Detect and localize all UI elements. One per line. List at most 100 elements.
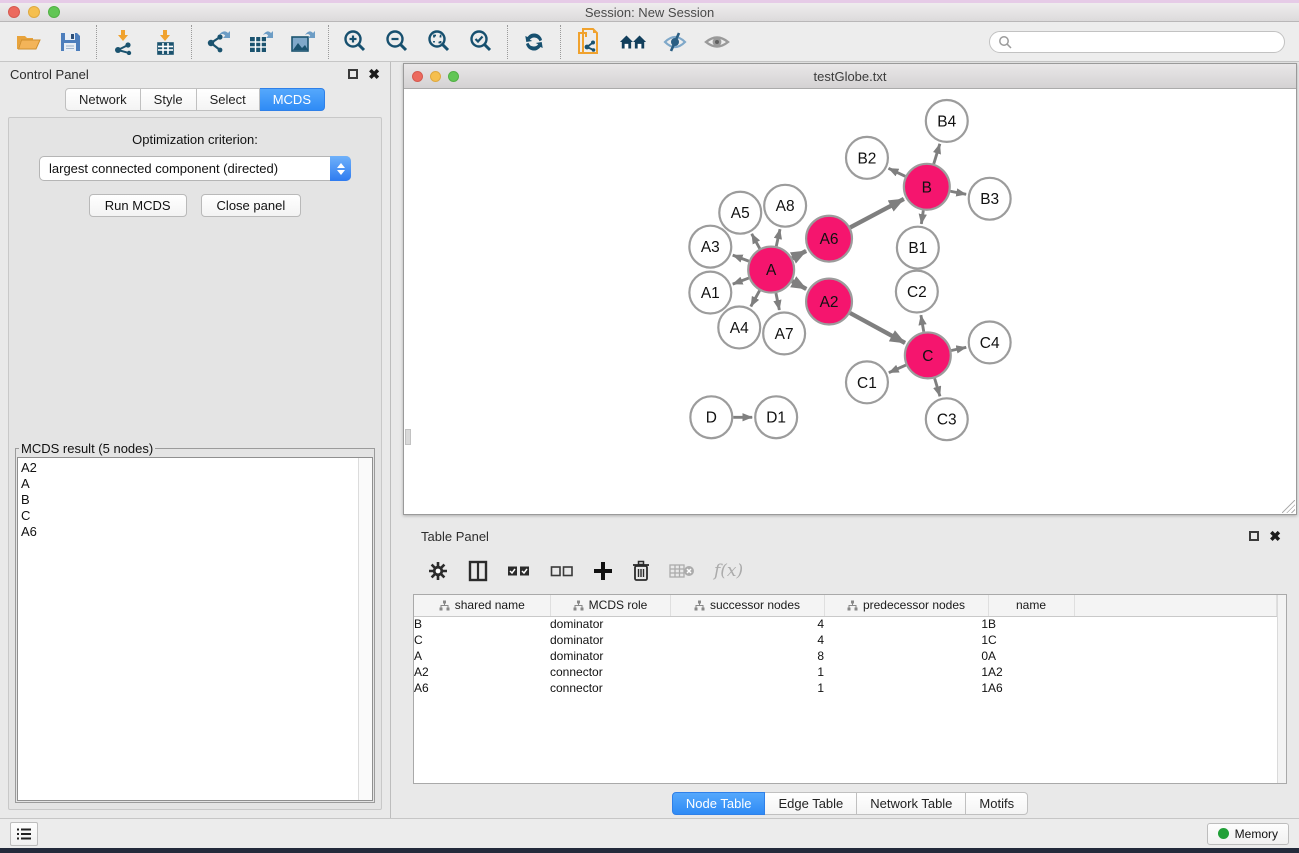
tab-node-table[interactable]: Node Table bbox=[672, 792, 766, 815]
network-window-titlebar[interactable]: testGlobe.txt bbox=[404, 64, 1296, 89]
graph-edge[interactable] bbox=[733, 278, 749, 284]
column-header-shared-name[interactable]: shared name bbox=[414, 595, 550, 616]
graph-node-B2[interactable]: B2 bbox=[846, 137, 888, 179]
close-panel-button[interactable]: Close panel bbox=[201, 194, 302, 217]
graph-node-C[interactable]: C bbox=[905, 332, 951, 378]
column-header-successor-nodes[interactable]: successor nodes bbox=[670, 595, 824, 616]
tab-mcds[interactable]: MCDS bbox=[260, 88, 325, 111]
graph-node-A5[interactable]: A5 bbox=[719, 192, 761, 234]
float-table-panel-icon[interactable] bbox=[1249, 531, 1259, 541]
graph-node-A1[interactable]: A1 bbox=[689, 272, 731, 314]
result-item[interactable]: A bbox=[21, 476, 372, 492]
zoom-window-button[interactable] bbox=[48, 6, 60, 18]
table-row[interactable]: Cdominator41C bbox=[414, 632, 1277, 648]
tab-network[interactable]: Network bbox=[65, 88, 141, 111]
table-scrollbar[interactable] bbox=[1277, 595, 1286, 783]
function-builder-button[interactable]: f(x) bbox=[714, 557, 743, 585]
tab-network-table[interactable]: Network Table bbox=[857, 792, 966, 815]
result-scrollbar[interactable] bbox=[358, 458, 372, 800]
graph-edge[interactable] bbox=[951, 347, 966, 350]
graph-node-B4[interactable]: B4 bbox=[926, 100, 968, 142]
graph-edge[interactable] bbox=[776, 229, 780, 246]
minimize-window-button[interactable] bbox=[28, 6, 40, 18]
graph-edge[interactable] bbox=[776, 293, 779, 310]
network-minimize-button[interactable] bbox=[430, 71, 441, 82]
graph-edge[interactable] bbox=[934, 144, 940, 164]
optimization-criterion-select[interactable]: largest connected component (directed) bbox=[39, 156, 351, 181]
graph-edge[interactable] bbox=[921, 315, 924, 332]
window-controls[interactable] bbox=[8, 6, 60, 18]
result-item[interactable]: C bbox=[21, 508, 372, 524]
graph-edge[interactable] bbox=[935, 378, 940, 396]
graph-node-A8[interactable]: A8 bbox=[764, 185, 806, 227]
result-item[interactable]: B bbox=[21, 492, 372, 508]
graph-edge[interactable] bbox=[889, 168, 906, 176]
network-zoom-button[interactable] bbox=[448, 71, 459, 82]
graph-node-A[interactable]: A bbox=[748, 247, 794, 293]
search-input[interactable] bbox=[1017, 35, 1276, 49]
resize-grip[interactable] bbox=[1282, 500, 1295, 513]
graph-node-B[interactable]: B bbox=[904, 164, 950, 210]
mcds-result-list[interactable]: A2ABCA6 bbox=[17, 457, 373, 801]
zoom-out-button[interactable] bbox=[383, 28, 411, 56]
select-all-button[interactable] bbox=[507, 557, 531, 585]
network-canvas[interactable]: AA1A2A3A4A5A6A7A8BB1B2B3B4CC1C2C3C4DD1 bbox=[404, 89, 1296, 514]
graph-node-B3[interactable]: B3 bbox=[969, 178, 1011, 220]
export-network-button[interactable] bbox=[204, 28, 232, 56]
graph-node-A7[interactable]: A7 bbox=[763, 312, 805, 354]
network-close-button[interactable] bbox=[412, 71, 423, 82]
import-table-button[interactable] bbox=[151, 28, 179, 56]
tab-edge-table[interactable]: Edge Table bbox=[765, 792, 857, 815]
graph-node-B1[interactable]: B1 bbox=[897, 227, 939, 269]
column-header-name[interactable]: name bbox=[988, 595, 1074, 616]
close-panel-icon[interactable]: ✖ bbox=[368, 69, 380, 79]
zoom-in-button[interactable] bbox=[341, 28, 369, 56]
graph-edge[interactable] bbox=[751, 291, 760, 307]
graph-node-A6[interactable]: A6 bbox=[806, 216, 852, 262]
graph-edge[interactable] bbox=[733, 255, 749, 261]
graph-edge[interactable] bbox=[792, 251, 806, 258]
task-history-button[interactable] bbox=[10, 822, 38, 846]
column-header-predecessor-nodes[interactable]: predecessor nodes bbox=[824, 595, 988, 616]
graph-node-C3[interactable]: C3 bbox=[926, 398, 968, 440]
import-network-button[interactable] bbox=[109, 28, 137, 56]
close-table-panel-icon[interactable]: ✖ bbox=[1269, 531, 1281, 541]
column-header-mcds-role[interactable]: MCDS role bbox=[550, 595, 670, 616]
tab-select[interactable]: Select bbox=[197, 88, 260, 111]
add-column-button[interactable] bbox=[593, 557, 613, 585]
split-columns-button[interactable] bbox=[468, 557, 488, 585]
zoom-fit-button[interactable] bbox=[425, 28, 453, 56]
graph-edge[interactable] bbox=[792, 281, 806, 289]
table-row[interactable]: A2connector11A2 bbox=[414, 664, 1277, 680]
graph-node-D[interactable]: D bbox=[690, 396, 732, 438]
memory-button[interactable]: Memory bbox=[1207, 823, 1289, 845]
tab-motifs[interactable]: Motifs bbox=[966, 792, 1028, 815]
graph-node-C4[interactable]: C4 bbox=[969, 321, 1011, 363]
export-image-button[interactable] bbox=[288, 28, 316, 56]
graph-node-A4[interactable]: A4 bbox=[718, 307, 760, 349]
clone-network-button[interactable] bbox=[573, 28, 601, 56]
open-file-button[interactable] bbox=[14, 28, 42, 56]
graph-edge[interactable] bbox=[850, 313, 905, 343]
graph-edge[interactable] bbox=[752, 234, 760, 249]
search-field[interactable] bbox=[989, 31, 1285, 53]
graph-edge[interactable] bbox=[850, 199, 904, 228]
network-window-controls[interactable] bbox=[412, 71, 459, 82]
graph-node-D1[interactable]: D1 bbox=[755, 396, 797, 438]
network-graph[interactable]: AA1A2A3A4A5A6A7A8BB1B2B3B4CC1C2C3C4DD1 bbox=[404, 89, 1296, 514]
graph-node-A3[interactable]: A3 bbox=[689, 226, 731, 268]
close-window-button[interactable] bbox=[8, 6, 20, 18]
table-row[interactable]: Bdominator41B bbox=[414, 616, 1277, 632]
save-session-button[interactable] bbox=[56, 28, 84, 56]
graph-node-C2[interactable]: C2 bbox=[896, 271, 938, 313]
table-row[interactable]: Adominator80A bbox=[414, 648, 1277, 664]
table-settings-button[interactable] bbox=[427, 557, 449, 585]
float-panel-icon[interactable] bbox=[348, 69, 358, 79]
refresh-layout-button[interactable] bbox=[520, 28, 548, 56]
graph-edge[interactable] bbox=[889, 365, 906, 373]
network-vscrollbar[interactable] bbox=[405, 429, 411, 445]
run-mcds-button[interactable]: Run MCDS bbox=[89, 194, 187, 217]
home-button[interactable] bbox=[619, 28, 647, 56]
tab-style[interactable]: Style bbox=[141, 88, 197, 111]
table-row[interactable]: A6connector11A6 bbox=[414, 680, 1277, 696]
